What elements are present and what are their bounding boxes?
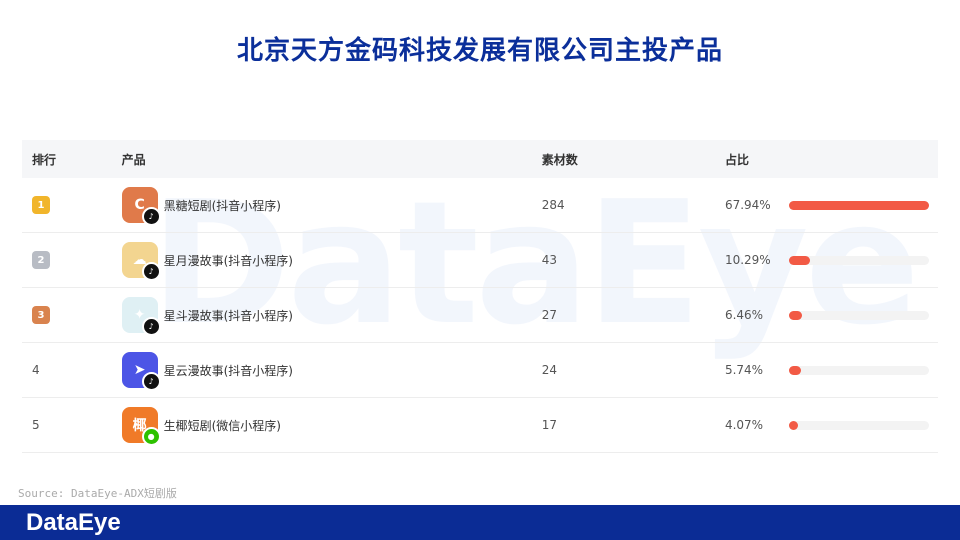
header-pct: 占比 <box>724 152 749 167</box>
rank-medal-icon: 1 <box>32 196 50 214</box>
dataeye-logo: DataEye <box>26 509 121 536</box>
rank-cell: 2 <box>22 251 122 269</box>
app-icon[interactable]: C ♪ <box>121 187 161 226</box>
share-bar-cell <box>785 255 938 265</box>
tiktok-icon: ♪ <box>141 317 161 336</box>
rank-number: 4 <box>32 363 40 377</box>
share-bar-fill <box>788 420 798 430</box>
table-row[interactable]: 2 ☁ ♪ 星月漫故事(抖音小程序) 43 10.29% <box>22 233 938 288</box>
share-percent: 10.29% <box>724 253 771 267</box>
tiktok-icon: ♪ <box>141 262 161 281</box>
app-icon[interactable]: ☁ ♪ <box>121 242 161 281</box>
rank-number: 5 <box>32 418 40 432</box>
table-header: 排行 产品 素材数 占比 <box>22 140 938 178</box>
product-table: 排行 产品 素材数 占比 1 C ♪ 黑糖短剧(抖音小程序) 284 67.94% 2 ☁ ♪ 星… <box>22 140 938 453</box>
rank-cell: 1 <box>22 196 122 214</box>
material-count: 24 <box>541 363 558 377</box>
share-bar-track <box>788 310 929 320</box>
share-percent: 67.94% <box>724 198 771 212</box>
table-row[interactable]: 3 ✦ ♪ 星斗漫故事(抖音小程序) 27 6.46% <box>22 288 938 343</box>
share-percent: 5.74% <box>724 363 764 377</box>
table-body: 1 C ♪ 黑糖短剧(抖音小程序) 284 67.94% 2 ☁ ♪ 星月漫故事(抖音小程序) 43… <box>22 178 938 453</box>
product-cell: ➤ ♪ 星云漫故事(抖音小程序) <box>121 352 542 391</box>
product-name[interactable]: 黑糖短剧(抖音小程序) <box>164 197 281 214</box>
share-bar-cell <box>785 365 938 375</box>
share-bar-fill <box>788 365 801 375</box>
rank-medal-icon: 3 <box>32 306 50 324</box>
source-note: Source: DataEye-ADX短剧版 <box>18 487 177 500</box>
tiktok-icon: ♪ <box>141 372 161 391</box>
material-count: 27 <box>541 308 558 322</box>
product-cell: ✦ ♪ 星斗漫故事(抖音小程序) <box>121 297 542 336</box>
share-bar-cell <box>785 310 938 320</box>
product-cell: C ♪ 黑糖短剧(抖音小程序) <box>121 187 542 226</box>
share-bar-track <box>788 365 929 375</box>
app-icon[interactable]: ✦ ♪ <box>121 297 161 336</box>
rank-cell: 3 <box>22 306 122 324</box>
share-bar-fill <box>788 310 802 320</box>
material-count: 43 <box>541 253 558 267</box>
table-row[interactable]: 1 C ♪ 黑糖短剧(抖音小程序) 284 67.94% <box>22 178 938 233</box>
product-cell: 椰 ● 生椰短剧(微信小程序) <box>121 407 542 446</box>
table-row[interactable]: 4 ➤ ♪ 星云漫故事(抖音小程序) 24 5.74% <box>22 343 938 398</box>
share-bar-fill <box>788 200 929 210</box>
share-percent: 4.07% <box>724 418 764 432</box>
rank-cell: 4 <box>22 363 122 377</box>
header-product: 产品 <box>121 152 146 167</box>
share-bar-track <box>788 420 929 430</box>
share-bar-cell <box>785 200 938 210</box>
footer-bar: DataEye <box>0 505 960 540</box>
share-percent: 6.46% <box>724 308 764 322</box>
share-bar-track <box>788 200 929 210</box>
wechat-icon: ● <box>141 427 161 446</box>
product-name[interactable]: 星斗漫故事(抖音小程序) <box>164 307 293 324</box>
product-name[interactable]: 星云漫故事(抖音小程序) <box>164 362 293 379</box>
table-row[interactable]: 5 椰 ● 生椰短剧(微信小程序) 17 4.07% <box>22 398 938 453</box>
share-bar-fill <box>788 255 810 265</box>
tiktok-icon: ♪ <box>141 207 161 226</box>
app-icon[interactable]: ➤ ♪ <box>121 352 161 391</box>
share-bar-cell <box>785 420 938 430</box>
page-title: 北京天方金码科技发展有限公司主投产品 <box>236 36 723 66</box>
material-count: 284 <box>541 198 565 212</box>
app-icon[interactable]: 椰 ● <box>121 407 161 446</box>
material-count: 17 <box>541 418 558 432</box>
product-cell: ☁ ♪ 星月漫故事(抖音小程序) <box>121 242 542 281</box>
rank-cell: 5 <box>22 418 122 432</box>
header-rank: 排行 <box>32 152 57 167</box>
header-count: 素材数 <box>541 152 578 167</box>
share-bar-track <box>788 255 929 265</box>
product-name[interactable]: 星月漫故事(抖音小程序) <box>164 252 293 269</box>
product-name[interactable]: 生椰短剧(微信小程序) <box>164 417 281 434</box>
rank-medal-icon: 2 <box>32 251 50 269</box>
